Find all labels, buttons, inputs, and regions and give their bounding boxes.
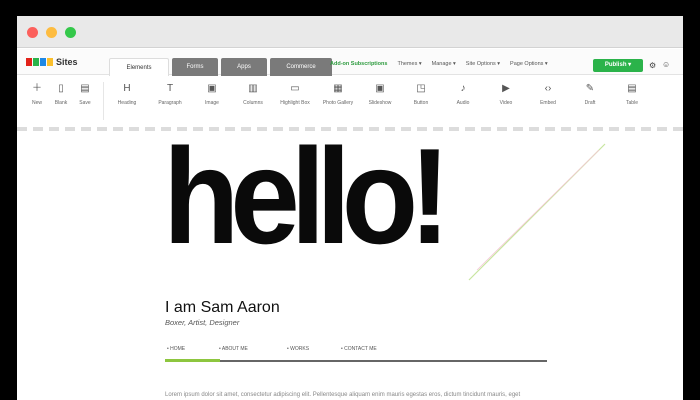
user-icon[interactable]: ☺	[662, 60, 670, 69]
toolbar-columns[interactable]: ▥ Columns	[235, 82, 271, 106]
toolbar-audio[interactable]: ♪ Audio	[445, 82, 481, 106]
menu-page-options[interactable]: Page Options ▾	[510, 61, 548, 67]
toolbar-video-label: Video	[499, 100, 513, 106]
toolbar-heading-label: Heading	[117, 100, 137, 106]
logo-icon	[26, 58, 53, 66]
maximize-window-button[interactable]	[65, 27, 76, 38]
site-nav: • HOME • ABOUT ME • WORKS • CONTACT ME	[165, 344, 547, 364]
toolbar-paragraph[interactable]: T Paragraph	[152, 82, 188, 106]
toolbar-highlight-box[interactable]: ▭ Highlight Box	[277, 82, 313, 106]
toolbar-save-label: Save	[79, 100, 91, 106]
screen-bezel-left	[0, 0, 17, 400]
menu-site-options[interactable]: Site Options ▾	[466, 61, 500, 67]
nav-home[interactable]: • HOME	[167, 346, 185, 352]
element-tabs: Elements Forms Apps Commerce	[109, 58, 332, 76]
toolbar-paragraph-label: Paragraph	[158, 100, 182, 106]
minimize-window-button[interactable]	[46, 27, 57, 38]
save-icon: ▤	[80, 83, 90, 94]
title-bar	[17, 16, 683, 48]
toolbar-save[interactable]: ▤ Save	[67, 82, 103, 106]
heading-icon: H	[123, 83, 131, 94]
pencil-icon: ✎	[585, 83, 595, 94]
toolbar-draft[interactable]: ✎ Draft	[572, 82, 608, 106]
body-paragraph[interactable]: Lorem ipsum dolor sit amet, consectetur …	[165, 390, 525, 400]
toolbar-embed[interactable]: ‹› Embed	[530, 82, 566, 106]
screen: Sites Elements Forms Apps Commerce Add-o…	[0, 0, 700, 400]
button-icon: ◳	[416, 83, 426, 94]
embed-icon: ‹›	[544, 83, 552, 94]
screen-bezel-top	[0, 0, 700, 16]
toolbar-video[interactable]: ▶ Video	[488, 82, 524, 106]
highlight-box-icon: ▭	[290, 83, 300, 94]
toolbar-photo-gallery[interactable]: ▦ Photo Gallery	[320, 82, 356, 106]
toolbar-image[interactable]: ▣ Image	[194, 82, 230, 106]
table-icon: ▤	[627, 83, 637, 94]
close-window-button[interactable]	[27, 27, 38, 38]
screen-bezel-right	[683, 0, 700, 400]
tab-elements[interactable]: Elements	[109, 58, 169, 76]
nav-about-me[interactable]: • ABOUT ME	[219, 346, 248, 352]
hero-headline[interactable]: hello!	[163, 128, 451, 264]
tab-forms[interactable]: Forms	[172, 58, 218, 76]
nav-underline	[165, 360, 547, 362]
toolbar-table-label: Table	[626, 100, 638, 106]
nav-contact-me[interactable]: • CONTACT ME	[341, 346, 377, 352]
nav-active-indicator	[165, 359, 220, 362]
menu-subscription[interactable]: Add-on Subscriptions	[330, 61, 387, 67]
toolbar-table[interactable]: ▤ Table	[614, 82, 650, 106]
toolbar-audio-label: Audio	[456, 100, 470, 106]
toolbar-image-label: Image	[205, 100, 219, 106]
audio-icon: ♪	[460, 83, 466, 94]
toolbar-photo-gallery-label: Photo Gallery	[322, 100, 354, 106]
gear-icon[interactable]: ⚙	[649, 61, 656, 70]
image-icon: ▣	[207, 83, 217, 94]
toolbar-button[interactable]: ◳ Button	[403, 82, 439, 106]
hero-role[interactable]: Boxer, Artist, Designer	[165, 318, 239, 327]
toolbar-button-label: Button	[413, 100, 429, 106]
app-logo-text: Sites	[56, 57, 78, 67]
app-header: Sites Elements Forms Apps Commerce Add-o…	[17, 49, 683, 76]
decorative-diagonal-line	[468, 143, 606, 281]
slideshow-icon: ▣	[375, 83, 385, 94]
toolbar-slideshow-label: Slideshow	[368, 100, 392, 106]
publish-button[interactable]: Publish ▾	[593, 59, 643, 72]
app-logo[interactable]: Sites	[26, 56, 78, 68]
toolbar-columns-label: Columns	[243, 100, 263, 106]
columns-icon: ▥	[248, 83, 258, 94]
top-menu: Add-on Subscriptions Themes ▾ Manage ▾ S…	[330, 61, 548, 67]
toolbar-draft-label: Draft	[584, 100, 596, 106]
hero-name[interactable]: I am Sam Aaron	[165, 299, 280, 317]
video-icon: ▶	[502, 83, 510, 94]
tab-apps[interactable]: Apps	[221, 58, 267, 76]
paragraph-icon: T	[166, 83, 174, 94]
menu-manage[interactable]: Manage ▾	[432, 61, 456, 67]
photo-gallery-icon: ▦	[333, 83, 343, 94]
tab-commerce[interactable]: Commerce	[270, 58, 332, 76]
menu-themes[interactable]: Themes ▾	[397, 61, 421, 67]
toolbar-slideshow[interactable]: ▣ Slideshow	[362, 82, 398, 106]
nav-works[interactable]: • WORKS	[287, 346, 309, 352]
browser-window: Sites Elements Forms Apps Commerce Add-o…	[17, 16, 683, 400]
toolbar-embed-label: Embed	[540, 100, 556, 106]
toolbar-highlight-box-label: Highlight Box	[280, 100, 310, 106]
toolbar-heading[interactable]: H Heading	[109, 82, 145, 106]
toolbar-divider	[103, 82, 104, 120]
page-canvas[interactable]: hello! I am Sam Aaron Boxer, Artist, Des…	[17, 128, 683, 400]
